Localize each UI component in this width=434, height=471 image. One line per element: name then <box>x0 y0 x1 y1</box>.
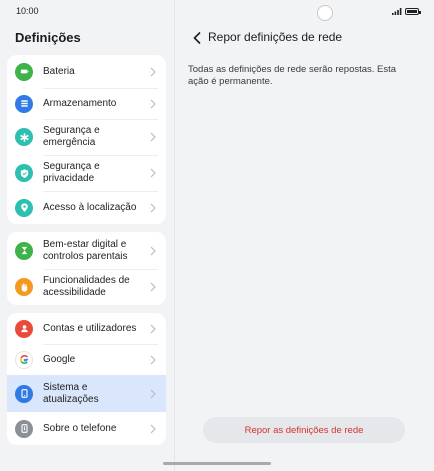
sidebar-item-label: Sobre o telefone <box>43 422 117 434</box>
settings-group-device: Bateria Armazenamento Segurança e emergê… <box>7 55 166 224</box>
hand-icon <box>15 278 33 296</box>
chevron-right-icon <box>150 282 156 292</box>
reset-description: Todas as definições de rede serão repost… <box>188 64 397 87</box>
sidebar-item-label: Segurança e emergência <box>43 125 100 148</box>
emergency-icon <box>15 128 33 146</box>
sidebar-item-safety-emergency[interactable]: Segurança e emergência <box>7 119 166 155</box>
detail-pane: Repor definições de rede Todas as defini… <box>175 22 434 471</box>
battery-status-icon <box>405 8 421 15</box>
home-indicator[interactable] <box>163 462 271 465</box>
sidebar-item-accounts-users[interactable]: Contas e utilizadores <box>7 313 166 344</box>
chevron-right-icon <box>150 246 156 255</box>
sidebar-item-label: Bateria <box>43 65 75 77</box>
sidebar-item-google[interactable]: Google <box>7 344 166 375</box>
sidebar-item-accessibility[interactable]: Funcionalidades de acessibilidade <box>7 269 166 305</box>
chevron-right-icon <box>150 389 156 398</box>
status-time: 10:00 <box>16 6 39 16</box>
sidebar-item-label: Funcionalidades de acessibilidade <box>43 275 130 298</box>
hourglass-icon <box>15 241 33 260</box>
sidebar-item-about-phone[interactable]: Sobre o telefone <box>7 412 166 445</box>
chevron-right-icon <box>150 168 156 178</box>
sidebar-item-security-privacy[interactable]: Segurança e privacidade <box>7 155 166 191</box>
user-icon <box>15 319 33 338</box>
settings-group-system: Contas e utilizadores Google Sistema e a… <box>7 313 166 445</box>
sidebar-item-label: Sistema e atualizações <box>43 381 99 405</box>
status-bar: 10:00 <box>0 0 434 22</box>
chevron-right-icon <box>150 424 156 433</box>
chevron-right-icon <box>150 324 156 333</box>
chevron-right-icon <box>150 67 156 76</box>
sidebar-item-storage[interactable]: Armazenamento <box>7 88 166 119</box>
phone-update-icon <box>15 384 33 403</box>
chevron-right-icon <box>150 203 156 212</box>
chevron-right-icon <box>150 99 156 108</box>
sidebar-item-location-access[interactable]: Acesso à localização <box>7 191 166 224</box>
phone-info-icon <box>15 419 33 438</box>
storage-icon <box>15 94 33 113</box>
sidebar-item-battery[interactable]: Bateria <box>7 55 166 88</box>
sidebar-item-label: Bem-estar digital e controlos parentais <box>43 238 128 262</box>
sidebar-item-label: Acesso à localização <box>43 201 137 213</box>
signal-icon <box>392 8 402 15</box>
camera-cutout <box>317 5 333 21</box>
settings-sidebar: Definições Bateria Armazenamento Seguran… <box>0 22 174 471</box>
sidebar-item-label: Armazenamento <box>43 97 117 109</box>
back-arrow-icon[interactable] <box>190 30 206 46</box>
sidebar-item-digital-wellbeing[interactable]: Bem-estar digital e controlos parentais <box>7 232 166 269</box>
sidebar-title: Definições <box>15 30 81 45</box>
sidebar-item-label: Contas e utilizadores <box>43 322 137 334</box>
reset-network-settings-button[interactable]: Repor as definições de rede <box>203 417 405 443</box>
google-icon <box>15 350 33 369</box>
chevron-right-icon <box>150 132 156 142</box>
settings-group-wellbeing: Bem-estar digital e controlos parentais … <box>7 232 166 305</box>
shield-icon <box>15 164 33 182</box>
location-icon <box>15 198 33 217</box>
sidebar-item-system-updates[interactable]: Sistema e atualizações <box>7 375 166 412</box>
chevron-right-icon <box>150 355 156 364</box>
sidebar-item-label: Segurança e privacidade <box>43 161 100 184</box>
page-title: Repor definições de rede <box>208 30 343 44</box>
battery-icon <box>15 62 33 81</box>
sidebar-item-label: Google <box>43 353 76 365</box>
